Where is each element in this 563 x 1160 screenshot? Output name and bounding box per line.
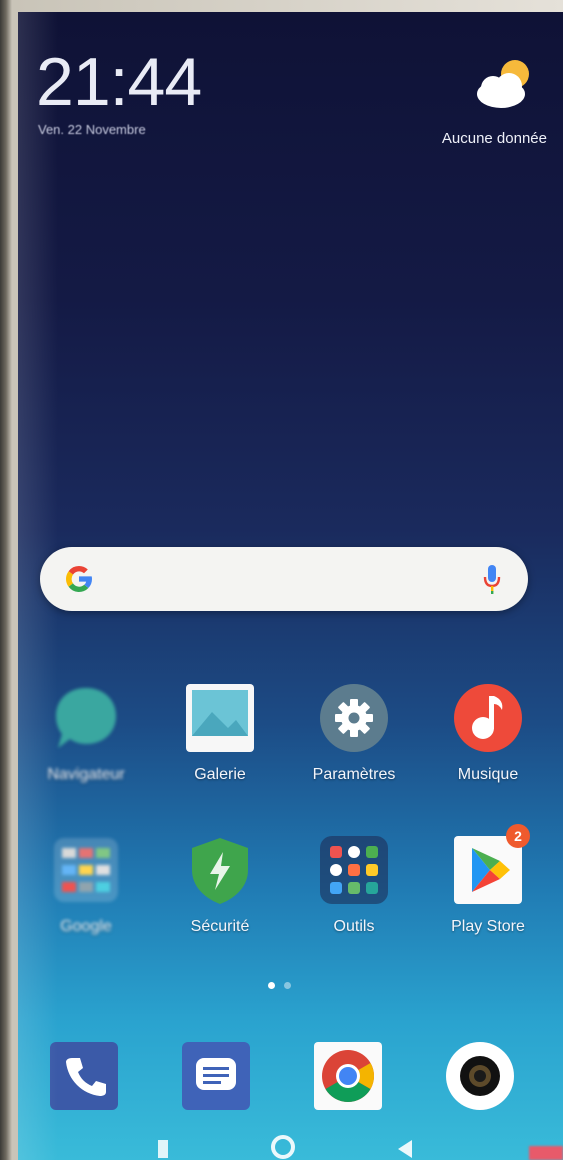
camera-icon — [446, 1042, 514, 1110]
music-icon — [454, 684, 522, 752]
clock[interactable]: 21:44 — [36, 48, 202, 116]
app-label: Musique — [457, 766, 519, 783]
browser-icon — [56, 688, 116, 748]
phone-home-screen: 21:44 Ven. 22 Novembre Aucune donnée Nav… — [18, 12, 563, 1160]
recents-icon — [158, 1140, 168, 1158]
app-securite[interactable]: Sécurité — [156, 834, 284, 954]
gallery-icon — [186, 684, 254, 752]
home-button[interactable] — [270, 1134, 296, 1160]
dock-chrome[interactable] — [312, 1040, 384, 1112]
navigation-bar — [18, 1130, 563, 1160]
corner-mark — [529, 1146, 563, 1160]
google-folder-icon — [54, 838, 118, 902]
settings-gear-icon — [320, 684, 388, 752]
dock-messages[interactable] — [180, 1040, 252, 1112]
recents-button[interactable] — [154, 1138, 172, 1160]
phone-icon — [50, 1042, 118, 1110]
app-parametres[interactable]: Paramètres — [290, 682, 418, 802]
partly-cloudy-icon[interactable] — [471, 56, 535, 112]
app-label: Sécurité — [190, 918, 250, 935]
notification-badge: 2 — [506, 824, 530, 848]
app-label: Galerie — [194, 766, 246, 783]
google-g-icon — [66, 566, 93, 593]
back-button[interactable] — [394, 1138, 416, 1160]
dock-phone[interactable] — [48, 1040, 120, 1112]
app-galerie[interactable]: Galerie — [156, 682, 284, 802]
google-search-bar[interactable] — [40, 547, 528, 611]
app-label: Paramètres — [312, 766, 396, 783]
page-dot-active[interactable] — [268, 982, 275, 989]
dock-camera[interactable] — [444, 1040, 516, 1112]
app-musique[interactable]: Musique — [424, 682, 552, 802]
weather-status[interactable]: Aucune donnée — [442, 130, 547, 147]
app-navigateur[interactable]: Navigateur — [22, 682, 150, 802]
app-outils[interactable]: Outils — [290, 834, 418, 954]
app-label: Navigateur — [47, 766, 125, 783]
app-label: Outils — [333, 918, 375, 935]
security-shield-icon — [192, 838, 248, 904]
app-label: Google — [60, 918, 112, 935]
date: Ven. 22 Novembre — [38, 122, 146, 137]
page-indicator — [268, 982, 308, 992]
app-label: Play Store — [451, 918, 525, 935]
app-play-store[interactable]: 2 Play Store — [424, 824, 552, 954]
page-dot[interactable] — [284, 982, 291, 989]
chrome-icon — [314, 1042, 382, 1110]
mic-icon[interactable] — [482, 563, 502, 595]
back-triangle-icon — [398, 1140, 412, 1158]
tools-folder-icon — [320, 836, 388, 904]
app-google-folder[interactable]: Google — [22, 834, 150, 954]
messages-icon — [182, 1042, 250, 1110]
home-circle-icon — [271, 1135, 295, 1159]
